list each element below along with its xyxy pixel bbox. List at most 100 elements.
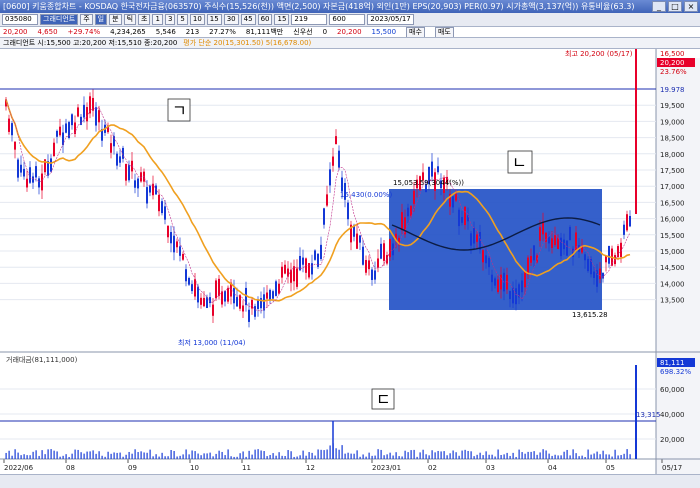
chart-area[interactable]: 19.978 19,500 19,000 18,500 18,000 17,500 17,0… <box>0 49 700 474</box>
stock-chart[interactable]: 19.978 19,500 19,000 18,500 18,000 17,500 17,0… <box>0 49 700 474</box>
volume-bar <box>353 453 355 459</box>
volume-bar <box>500 455 502 459</box>
volume-bar <box>11 455 13 459</box>
maximize-button[interactable]: □ <box>668 1 682 12</box>
volume-bar <box>173 450 175 459</box>
volume-bar <box>611 456 613 459</box>
volume-bar <box>176 456 178 459</box>
candle-body <box>224 290 226 302</box>
volume-bar <box>530 451 532 459</box>
interval-button-45[interactable]: 45 <box>240 14 256 25</box>
period-button-day[interactable]: 일 <box>94 14 108 25</box>
candle-body <box>254 306 256 317</box>
volume-bar <box>491 454 493 459</box>
candle-body <box>242 305 244 312</box>
candle-body <box>383 243 385 261</box>
volume-bar <box>305 455 307 459</box>
volume-bar <box>161 452 163 459</box>
buy-button[interactable]: 매수 <box>406 27 425 37</box>
candle-body <box>23 168 25 177</box>
candle-body <box>284 264 286 274</box>
volume-bar <box>554 454 556 459</box>
candle-body <box>134 180 136 188</box>
stock-name-field[interactable]: 그래디언트 <box>40 14 79 25</box>
volume-bar <box>113 452 115 459</box>
candle-body <box>62 132 64 146</box>
volume-bar <box>506 452 508 459</box>
date-tick-label: 10 <box>190 464 199 472</box>
volume-bar <box>14 449 16 459</box>
box-bottom-label: 13,615.28 <box>572 311 608 319</box>
volume-bar <box>581 455 583 459</box>
candle-body <box>506 274 508 290</box>
period-button-week[interactable]: 주 <box>80 14 93 25</box>
date-input[interactable]: 2023/05/17 <box>367 14 414 25</box>
sell-button[interactable]: 매도 <box>434 27 454 37</box>
ratio-value: 213 <box>185 28 200 36</box>
minimize-button[interactable]: _ <box>652 1 666 12</box>
candle-body <box>359 235 361 243</box>
candle-body <box>362 246 364 265</box>
candle-body <box>584 254 586 261</box>
stock-code-input[interactable]: 035080 <box>2 14 38 25</box>
candle-body <box>116 153 118 166</box>
candle-body <box>161 201 163 214</box>
count-input[interactable]: 219 <box>291 14 328 25</box>
volume-bar <box>494 456 496 459</box>
volume-bar <box>89 451 91 459</box>
period-input[interactable]: 600 <box>329 14 366 25</box>
volume-bar <box>191 450 193 459</box>
volume-bar <box>410 450 412 459</box>
candle-body <box>83 104 85 118</box>
candle-body <box>473 227 475 244</box>
period-button-minute[interactable]: 분 <box>109 14 122 25</box>
volume-bar <box>416 456 418 459</box>
volume-bar <box>194 451 196 459</box>
candle-body <box>77 107 79 117</box>
interval-select[interactable]: 15 <box>274 14 290 25</box>
interval-button-5[interactable]: 5 <box>177 14 188 25</box>
volume-bar <box>65 454 67 459</box>
candle-body <box>65 123 67 133</box>
volume-bar <box>464 449 466 459</box>
candle-body <box>560 237 562 257</box>
price-tick-label: 19,000 <box>660 118 685 126</box>
volume-bar <box>590 454 592 459</box>
interval-button-60[interactable]: 60 <box>257 14 273 25</box>
price-tick-label: 15,000 <box>660 248 685 256</box>
volume-bar <box>185 449 187 459</box>
close-button[interactable]: × <box>684 1 698 12</box>
candle-body <box>20 164 22 173</box>
day-high: 20,200 <box>337 28 362 36</box>
volume-bar <box>68 456 70 459</box>
volume-bar <box>431 450 433 459</box>
volume-bar <box>344 453 346 459</box>
volume-bar <box>116 452 118 459</box>
volume-bar <box>596 451 598 459</box>
day-low: 15,500 <box>371 28 397 36</box>
interval-button-10[interactable]: 10 <box>189 14 205 25</box>
volume-bar <box>359 456 361 459</box>
volume-bar <box>218 450 220 459</box>
volume-bar <box>125 454 127 459</box>
candle-body <box>530 256 532 263</box>
volume-bar <box>8 450 10 459</box>
volume-bar <box>533 451 535 459</box>
volume-bar <box>230 456 232 459</box>
volume-bar <box>311 452 313 459</box>
interval-button-30[interactable]: 30 <box>223 14 239 25</box>
candle-body <box>488 257 490 268</box>
candle-body <box>215 280 217 299</box>
price-tick-label: 15,500 <box>660 232 685 240</box>
interval-button-15[interactable]: 15 <box>206 14 222 25</box>
candle-body <box>452 196 454 208</box>
interval-button-1[interactable]: 1 <box>152 14 163 25</box>
volume-bar <box>203 453 205 459</box>
interval-button-3[interactable]: 3 <box>164 14 176 25</box>
price-tick-label: 18,500 <box>660 135 685 143</box>
candle-body <box>26 178 28 188</box>
period-button-second[interactable]: 초 <box>138 14 151 25</box>
volume-bar <box>257 449 259 459</box>
volume-axis-top-b: 698.32% <box>660 368 691 376</box>
period-button-tick[interactable]: 틱 <box>123 14 137 25</box>
